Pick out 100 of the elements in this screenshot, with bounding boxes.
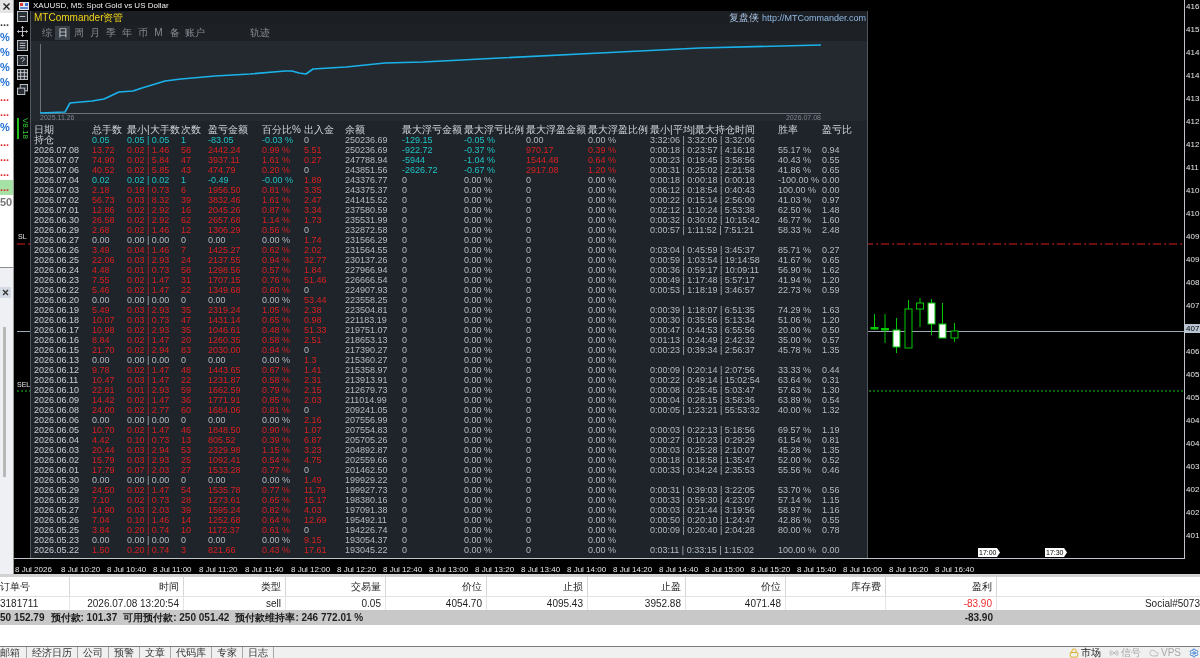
list-icon[interactable] (17, 40, 28, 51)
close-icon[interactable] (0, 0, 13, 13)
table-cell-text: 231566.29 (345, 235, 389, 245)
table-cell-text: 0.00 % (588, 415, 618, 425)
table-cell-text: 62.50 % (778, 205, 813, 215)
price-axis-label: 403 (1185, 462, 1200, 471)
table-cell-text: 2026.06.23 (34, 275, 81, 285)
tab[interactable]: 代码库 (171, 647, 212, 658)
tab[interactable]: 账户 (183, 26, 207, 40)
table-cell-text: 250236.69 (345, 135, 389, 145)
table-cell-text: 20.44 (92, 445, 116, 455)
table-cell-text: 0.00 % (588, 225, 618, 235)
tab[interactable]: 公司 (78, 647, 109, 658)
watch-list-item[interactable]: ... (0, 90, 13, 105)
table-cell-text: 2329.98 (208, 445, 242, 455)
tab[interactable]: 文章 (140, 647, 171, 658)
table-cell-text: 0 (526, 415, 532, 425)
watch-list-item[interactable]: % (0, 60, 13, 75)
table-cell-text: 0 (526, 515, 532, 525)
table-cell-text: 0 (526, 395, 532, 405)
help-icon[interactable] (17, 54, 28, 66)
tab[interactable]: 综 (39, 26, 54, 40)
table-cell-text: 40.43 % (778, 155, 813, 165)
table-cell-text: 0 (526, 375, 532, 385)
tab[interactable]: M (151, 26, 166, 40)
table-cell-text: 2.48 (822, 225, 841, 235)
minus-icon[interactable] (17, 11, 28, 22)
table-cell-text: 2026.06.25 (34, 255, 81, 265)
table-cell-text: 1092.41 (208, 455, 242, 465)
table-cell-text: 0.00 % (588, 365, 618, 375)
column-header: 最小|大手数 (127, 125, 181, 135)
settings-icon[interactable] (1189, 647, 1199, 658)
table-cell-text: 0.03 | 2.94 (127, 445, 171, 455)
table-cell-text: 7.04 (92, 515, 111, 525)
table-cell-text: 0:00:03 | 0:25:28 | 2:10:07 (650, 445, 756, 455)
table-cell-text: 0.02 | 0.02 (127, 175, 171, 185)
column-header: 止损 (563, 580, 583, 593)
move-icon[interactable] (17, 25, 28, 37)
price-axis-label: 408 (1185, 278, 1200, 287)
tab[interactable]: 轨迹 (248, 26, 272, 40)
table-cell-text: 2026.06.09 (34, 395, 81, 405)
watch-list-item[interactable]: ... (0, 180, 13, 195)
table-cell-text: 0 (304, 465, 310, 475)
status-button[interactable]: 市场 (1081, 647, 1101, 658)
watch-list-item[interactable]: % (0, 120, 13, 135)
scrollbar[interactable] (3, 327, 6, 477)
tab[interactable]: 日志 (243, 647, 274, 658)
table-cell-text: 0 (402, 255, 408, 265)
table-cell-text: 1.07 (304, 425, 323, 435)
table-cell-text: 2026.05.29 (34, 485, 81, 495)
watch-list-item[interactable]: ... (0, 15, 13, 30)
table-cell-text: 0.00 % (464, 205, 494, 215)
table-cell-text: -0.03 % (262, 135, 295, 145)
table-cell-text: -1.04 % (464, 155, 497, 165)
table-cell-text: 2026.06.05 (34, 425, 81, 435)
table-cell-text: 1956.50 (208, 185, 242, 195)
tab[interactable]: 周 (71, 26, 86, 40)
table-cell-text: 0.00 % (588, 305, 618, 315)
watch-list-item[interactable]: % (0, 45, 13, 60)
tab[interactable]: 币 (135, 26, 150, 40)
site-link[interactable]: http://MTCommander.com (761, 12, 866, 24)
table-cell-text: 0 (181, 415, 187, 425)
table-cell-text: 0.01 | 2.93 (127, 385, 171, 395)
watch-list-item[interactable]: ... (0, 105, 13, 120)
table-cell-text: 0 (402, 365, 408, 375)
table-cell-text: 0 (402, 405, 408, 415)
table-cell-text: 10.70 (92, 425, 116, 435)
watch-list-item[interactable]: 50 (0, 195, 13, 210)
table-cell-text: 0.00 % (588, 425, 618, 435)
tab[interactable]: 月 (87, 26, 102, 40)
watch-list-item[interactable]: ... (0, 165, 13, 180)
tab[interactable]: 邮箱 (0, 647, 27, 658)
table-cell-text: 0.02 | 2.93 (127, 325, 171, 335)
tab[interactable]: 年 (119, 26, 134, 40)
watch-list-item[interactable]: ... (0, 150, 13, 165)
table-cell-text: 0 (402, 415, 408, 425)
table-cell-text: 2026.06.02 (34, 455, 81, 465)
windows-icon[interactable] (17, 83, 28, 95)
table-cell-text: 235531.99 (345, 215, 389, 225)
table-cell-text: 223504.81 (345, 305, 389, 315)
close-icon[interactable] (0, 287, 11, 298)
tab[interactable]: 经济日历 (27, 647, 78, 658)
tab[interactable]: 季 (103, 26, 118, 40)
table-cell-text: 199929.22 (345, 475, 389, 485)
table-cell-text: 2.47 (304, 195, 323, 205)
table-cell-text: 0:00:31 | 0:25:02 | 2:21:58 (650, 165, 756, 175)
watch-list-item[interactable]: % (0, 75, 13, 90)
table-cell-text: 0 (181, 295, 187, 305)
tab[interactable]: 备 (167, 26, 182, 40)
table-cell-text: 805.52 (208, 435, 237, 445)
table-cell-text: 51.46 (304, 275, 328, 285)
table-cell-text: 0.02 | 1.47 (127, 335, 171, 345)
grid-icon[interactable] (17, 69, 28, 80)
watch-list-item[interactable]: % (0, 30, 13, 45)
table-cell-text: 207556.99 (345, 415, 389, 425)
tab[interactable]: 预警 (109, 647, 140, 658)
tab[interactable]: 日 (55, 26, 70, 40)
table-cell-text: -83.05 (208, 135, 235, 145)
watch-list-item[interactable]: ... (0, 135, 13, 150)
tab[interactable]: 专家 (212, 647, 243, 658)
